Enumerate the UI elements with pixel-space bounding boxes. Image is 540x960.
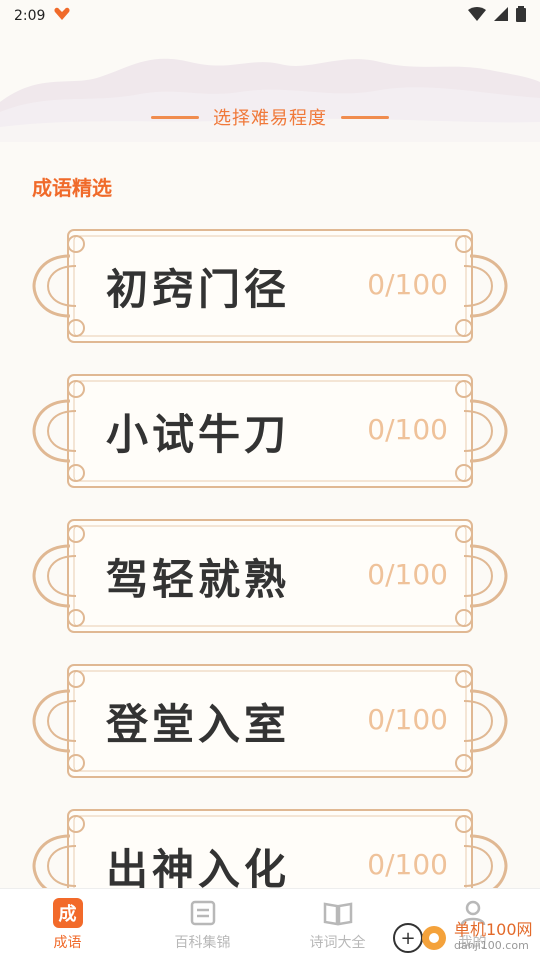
watermark-logo-icon: + (393, 923, 446, 953)
app-notification-icon (53, 7, 71, 25)
divider-left (151, 115, 199, 119)
idiom-icon: 成 (52, 897, 83, 928)
site-watermark: + 单机100网 danji100.com (390, 912, 540, 960)
status-bar: 2:09 (0, 0, 540, 32)
tab-label: 百科集锦 (174, 934, 231, 951)
encyclopedia-icon (188, 898, 218, 928)
level-progress: 0/100 (367, 268, 448, 301)
level-card-2[interactable]: 驾轻就熟 0/100 (32, 516, 508, 636)
level-progress: 0/100 (367, 703, 448, 736)
svg-text:+: + (400, 928, 415, 949)
difficulty-header: 选择难易程度 (0, 104, 540, 130)
battery-icon (516, 6, 526, 26)
tab-idiom[interactable]: 成 成语 (0, 889, 135, 960)
tab-poetry[interactable]: 诗词大全 (270, 889, 405, 960)
level-progress: 0/100 (367, 558, 448, 591)
wifi-icon (468, 7, 486, 25)
level-card-0[interactable]: 初窍门径 0/100 (32, 226, 508, 346)
tab-encyclopedia[interactable]: 百科集锦 (135, 889, 270, 960)
level-card-1[interactable]: 小试牛刀 0/100 (32, 371, 508, 491)
level-name: 小试牛刀 (106, 410, 291, 459)
tab-label: 成语 (53, 934, 82, 951)
divider-right (341, 115, 389, 119)
difficulty-label: 选择难易程度 (213, 108, 327, 129)
watermark-text: 单机100网 (454, 919, 533, 939)
level-name: 驾轻就熟 (106, 555, 291, 604)
watermark-url: danji100.com (454, 938, 529, 952)
status-time: 2:09 (14, 8, 46, 24)
level-card-3[interactable]: 登堂入室 0/100 (32, 661, 508, 781)
tab-label: 诗词大全 (309, 934, 366, 951)
section-title: 成语精选 (32, 176, 112, 200)
level-name: 登堂入室 (106, 700, 291, 749)
book-icon (323, 898, 353, 928)
level-progress: 0/100 (367, 413, 448, 446)
level-progress: 0/100 (367, 848, 448, 881)
level-name: 初窍门径 (106, 265, 291, 314)
signal-icon (494, 7, 508, 25)
